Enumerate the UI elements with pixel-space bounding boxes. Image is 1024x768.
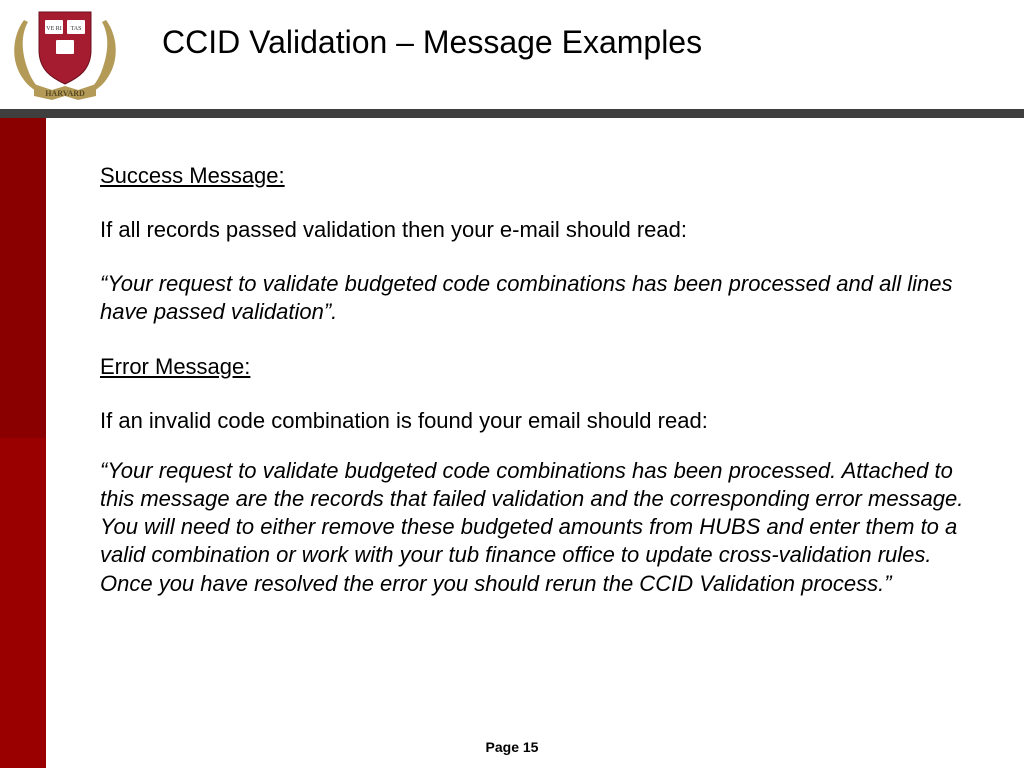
success-quote: “Your request to validate budgeted code …	[100, 270, 984, 326]
slide-header: HARVARD VE RI TAS CCID Validation – Mess…	[0, 0, 1024, 104]
side-accent-top	[0, 118, 46, 438]
success-heading: Success Message:	[100, 162, 984, 190]
slide-title: CCID Validation – Message Examples	[162, 24, 702, 61]
error-quote: “Your request to validate budgeted code …	[100, 457, 984, 598]
error-heading: Error Message:	[100, 353, 984, 381]
shield-icon: HARVARD VE RI TAS	[6, 6, 124, 104]
harvard-logo: HARVARD VE RI TAS	[6, 6, 124, 104]
slide-body: Success Message: If all records passed v…	[100, 162, 984, 598]
svg-text:TAS: TAS	[71, 26, 82, 32]
error-intro: If an invalid code combination is found …	[100, 407, 984, 435]
svg-text:HARVARD: HARVARD	[45, 89, 85, 98]
side-accent-bottom	[0, 438, 46, 768]
page-number: Page 15	[0, 739, 1024, 755]
svg-text:VE RI: VE RI	[46, 26, 62, 32]
divider-bar	[0, 109, 1024, 118]
success-intro: If all records passed validation then yo…	[100, 216, 984, 244]
